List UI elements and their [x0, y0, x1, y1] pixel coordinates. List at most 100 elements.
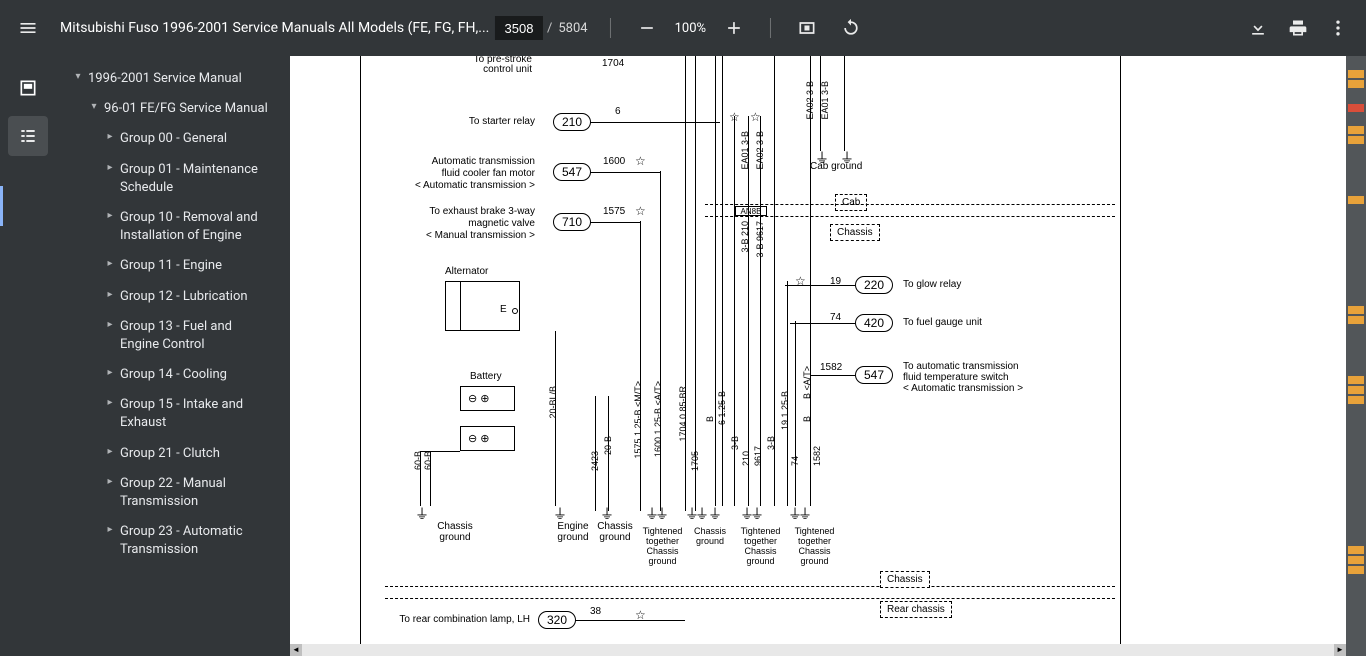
scroll-track[interactable]	[302, 644, 1334, 656]
zoom-out-button[interactable]	[627, 8, 667, 48]
horizontal-scrollbar[interactable]: ◄ ►	[290, 644, 1346, 656]
chevron-right-icon[interactable]: ▸	[100, 396, 120, 410]
menu-button[interactable]	[8, 8, 48, 48]
pdf-toolbar: Mitsubishi Fuso 1996-2001 Service Manual…	[0, 0, 1366, 56]
outline-label: 1996-2001 Service Manual	[88, 70, 282, 88]
diagram-wire	[420, 451, 460, 452]
wire-label: 1705	[690, 451, 700, 471]
zoom-in-button[interactable]	[714, 8, 754, 48]
outline-item[interactable]: ▸Group 00 - General	[56, 124, 290, 154]
outline-item[interactable]: ▸Group 13 - Fuel and Engine Control	[56, 312, 290, 360]
label: TightenedtogetherChassisground	[635, 526, 690, 566]
wire-label: 3-B	[766, 436, 776, 450]
section-tab[interactable]	[1348, 386, 1364, 394]
outline-item[interactable]: ▾96-01 FE/FG Service Manual	[56, 94, 290, 124]
section-tab[interactable]	[1348, 556, 1364, 564]
scroll-left-arrow[interactable]: ◄	[290, 644, 302, 656]
rotate-button[interactable]	[831, 8, 871, 48]
wire-number: 74	[830, 312, 841, 323]
ground-icon: ⏚	[750, 504, 764, 524]
connector-oval: 547	[855, 366, 893, 384]
diagram-wire	[685, 56, 686, 511]
chevron-right-icon[interactable]: ▸	[100, 366, 120, 380]
outline-button[interactable]	[8, 116, 48, 156]
outline-item[interactable]: ▸Group 01 - Maintenance Schedule	[56, 155, 290, 203]
chevron-right-icon[interactable]: ▸	[100, 161, 120, 175]
alternator-pulley	[445, 281, 460, 331]
outline-item[interactable]: ▸Group 10 - Removal and Installation of …	[56, 203, 290, 251]
outline-item[interactable]: ▸Group 11 - Engine	[56, 251, 290, 281]
zone-divider	[385, 586, 1115, 587]
outline-label: Group 21 - Clutch	[120, 445, 282, 463]
wire-number: 1582	[820, 362, 842, 373]
diagram-wire	[810, 375, 855, 376]
outline-panel[interactable]: ▾1996-2001 Service Manual▾96-01 FE/FG Se…	[56, 56, 290, 656]
chevron-down-icon[interactable]: ▾	[84, 100, 104, 114]
outline-label: Group 11 - Engine	[120, 257, 282, 275]
chevron-right-icon[interactable]: ▸	[100, 475, 120, 489]
label: Alternator	[445, 266, 488, 277]
diagram-wire	[748, 116, 749, 506]
section-tab[interactable]	[1348, 566, 1364, 574]
wire-number: 1600	[603, 156, 625, 167]
connector-oval: 547	[553, 163, 591, 181]
section-tab[interactable]	[1348, 376, 1364, 384]
section-tab[interactable]	[1348, 396, 1364, 404]
chevron-right-icon[interactable]: ▸	[100, 288, 120, 302]
chevron-right-icon[interactable]: ▸	[100, 523, 120, 537]
section-tab[interactable]	[1348, 546, 1364, 554]
star-icon: ☆	[635, 204, 646, 218]
section-tab[interactable]	[1348, 80, 1364, 88]
zoom-level: 100%	[671, 21, 710, 36]
page-number-input[interactable]	[495, 16, 543, 40]
battery-terminal: ⊖ ⊕	[468, 392, 490, 405]
chevron-down-icon[interactable]: ▾	[68, 70, 88, 84]
outline-label: Group 22 - Manual Transmission	[120, 475, 282, 511]
print-button[interactable]	[1278, 8, 1318, 48]
zone-box: Cab	[835, 194, 867, 211]
outline-item[interactable]: ▸Group 21 - Clutch	[56, 439, 290, 469]
diagram-wire	[420, 451, 421, 506]
outline-label: Group 10 - Removal and Installation of E…	[120, 209, 282, 245]
toolbar-separator	[770, 18, 771, 38]
wire-label: 74	[790, 456, 800, 466]
scroll-right-arrow[interactable]: ►	[1334, 644, 1346, 656]
more-button[interactable]	[1318, 8, 1358, 48]
chevron-right-icon[interactable]: ▸	[100, 257, 120, 271]
section-tab[interactable]	[1348, 126, 1364, 134]
chevron-right-icon[interactable]: ▸	[100, 209, 120, 223]
section-tab[interactable]	[1348, 104, 1364, 112]
section-tab[interactable]	[1348, 306, 1364, 314]
wire-label: 1704 0.85-BR	[678, 386, 688, 442]
label: Chassisground	[590, 521, 640, 543]
section-tab[interactable]	[1348, 136, 1364, 144]
wire-label: 1582	[812, 446, 822, 466]
section-tab[interactable]	[1348, 316, 1364, 324]
thumbnails-button[interactable]	[8, 68, 48, 108]
chevron-right-icon[interactable]: ▸	[100, 318, 120, 332]
outline-item[interactable]: ▸Group 22 - Manual Transmission	[56, 469, 290, 517]
connector-oval: 320	[538, 611, 576, 629]
diagram-wire	[810, 56, 811, 506]
section-tab[interactable]	[1348, 196, 1364, 204]
outline-item[interactable]: ▸Group 14 - Cooling	[56, 360, 290, 390]
diagram-border-right	[1120, 56, 1121, 644]
label: < Automatic transmission >	[385, 180, 535, 191]
wire-label: B	[705, 416, 715, 422]
outline-item[interactable]: ▸Group 15 - Intake and Exhaust	[56, 390, 290, 438]
outline-item[interactable]: ▾1996-2001 Service Manual	[56, 64, 290, 94]
section-tab[interactable]	[1348, 70, 1364, 78]
label: Battery	[470, 371, 502, 382]
download-button[interactable]	[1238, 8, 1278, 48]
diagram-wire	[715, 56, 716, 506]
chevron-right-icon[interactable]: ▸	[100, 445, 120, 459]
document-title: Mitsubishi Fuso 1996-2001 Service Manual…	[60, 20, 489, 36]
diagram-wire	[595, 396, 596, 511]
outline-item[interactable]: ▸Group 23 - Automatic Transmission	[56, 517, 290, 565]
chevron-right-icon[interactable]: ▸	[100, 130, 120, 144]
fit-page-button[interactable]	[787, 8, 827, 48]
label: E	[500, 304, 507, 315]
pdf-page-view[interactable]: To pre-stroke control unit 1704 To start…	[290, 56, 1346, 644]
label: Chassisground	[685, 526, 735, 546]
outline-item[interactable]: ▸Group 12 - Lubrication	[56, 282, 290, 312]
